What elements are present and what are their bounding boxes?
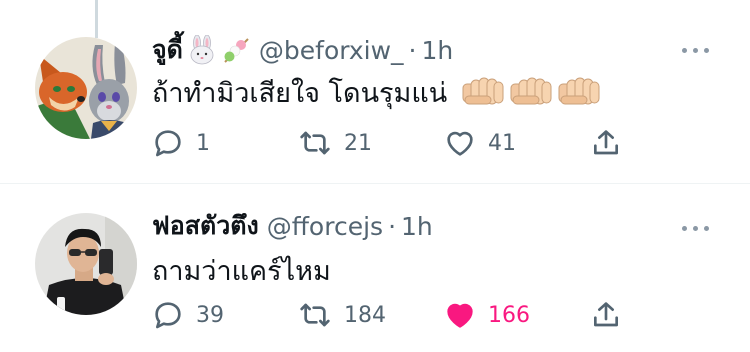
retweet-count: 21 bbox=[344, 130, 372, 156]
user-handle[interactable]: @beforxiw_ bbox=[259, 36, 404, 65]
like-button[interactable]: 166 bbox=[444, 297, 530, 333]
tweet[interactable]: จูดี้ @beforxiw_ · 1h ถ้าทำมิวเสียใจ โดน… bbox=[0, 0, 750, 183]
tweet-header: ฟอสตัวตึง @fforcejs · 1h bbox=[152, 206, 433, 246]
dango-emoji bbox=[221, 35, 251, 65]
timestamp[interactable]: 1h bbox=[401, 212, 433, 241]
avatar[interactable] bbox=[35, 213, 137, 315]
display-name[interactable]: ฟอสตัวตึง bbox=[152, 206, 259, 246]
reply-count: 1 bbox=[196, 130, 210, 156]
share-icon bbox=[594, 130, 618, 155]
fist-emojis bbox=[461, 74, 601, 110]
separator-dot: · bbox=[408, 35, 417, 65]
share-button[interactable] bbox=[590, 297, 622, 333]
separator-dot: · bbox=[388, 211, 397, 241]
more-options-icon[interactable] bbox=[682, 48, 709, 53]
retweet-count: 184 bbox=[344, 302, 386, 328]
timestamp[interactable]: 1h bbox=[422, 36, 454, 65]
fist-emoji bbox=[558, 77, 600, 105]
more-options-icon[interactable] bbox=[682, 226, 709, 231]
display-name[interactable]: จูดี้ bbox=[152, 30, 183, 70]
retweet-button[interactable]: 184 bbox=[298, 297, 386, 333]
reply-button[interactable]: 1 bbox=[152, 125, 210, 161]
fist-emoji bbox=[462, 77, 504, 105]
retweet-icon bbox=[300, 303, 330, 327]
reply-icon bbox=[155, 130, 181, 157]
heart-icon bbox=[447, 131, 473, 156]
avatar[interactable] bbox=[35, 37, 137, 139]
tweet-header: จูดี้ @beforxiw_ · 1h bbox=[152, 30, 453, 70]
tweet-actions: 1 21 41 bbox=[152, 125, 622, 161]
retweet-button[interactable]: 21 bbox=[298, 125, 372, 161]
tweet-text-content: ถามว่าแคร์ไหม bbox=[152, 255, 331, 287]
like-count: 166 bbox=[488, 302, 530, 328]
retweet-icon bbox=[300, 131, 330, 155]
tweet[interactable]: ฟอสตัวตึง @fforcejs · 1h ถามว่าแคร์ไหม 3… bbox=[0, 184, 750, 352]
reply-button[interactable]: 39 bbox=[152, 297, 224, 333]
tweet-text-content: ถ้าทำมิวเสียใจ โดนรุมแน่ bbox=[152, 77, 448, 109]
heart-filled-icon bbox=[447, 303, 473, 328]
tweet-text: ถ้าทำมิวเสียใจ โดนรุมแน่ bbox=[152, 70, 601, 114]
user-handle[interactable]: @fforcejs bbox=[267, 212, 383, 241]
tweet-actions: 39 184 166 bbox=[152, 297, 622, 333]
tweet-text: ถามว่าแคร์ไหม bbox=[152, 248, 331, 292]
share-button[interactable] bbox=[590, 125, 622, 161]
share-icon bbox=[594, 302, 618, 327]
fist-emoji bbox=[510, 77, 552, 105]
reply-count: 39 bbox=[196, 302, 224, 328]
reply-icon bbox=[155, 302, 181, 329]
like-count: 41 bbox=[488, 130, 516, 156]
rabbit-face-emoji bbox=[187, 35, 217, 65]
like-button[interactable]: 41 bbox=[444, 125, 516, 161]
